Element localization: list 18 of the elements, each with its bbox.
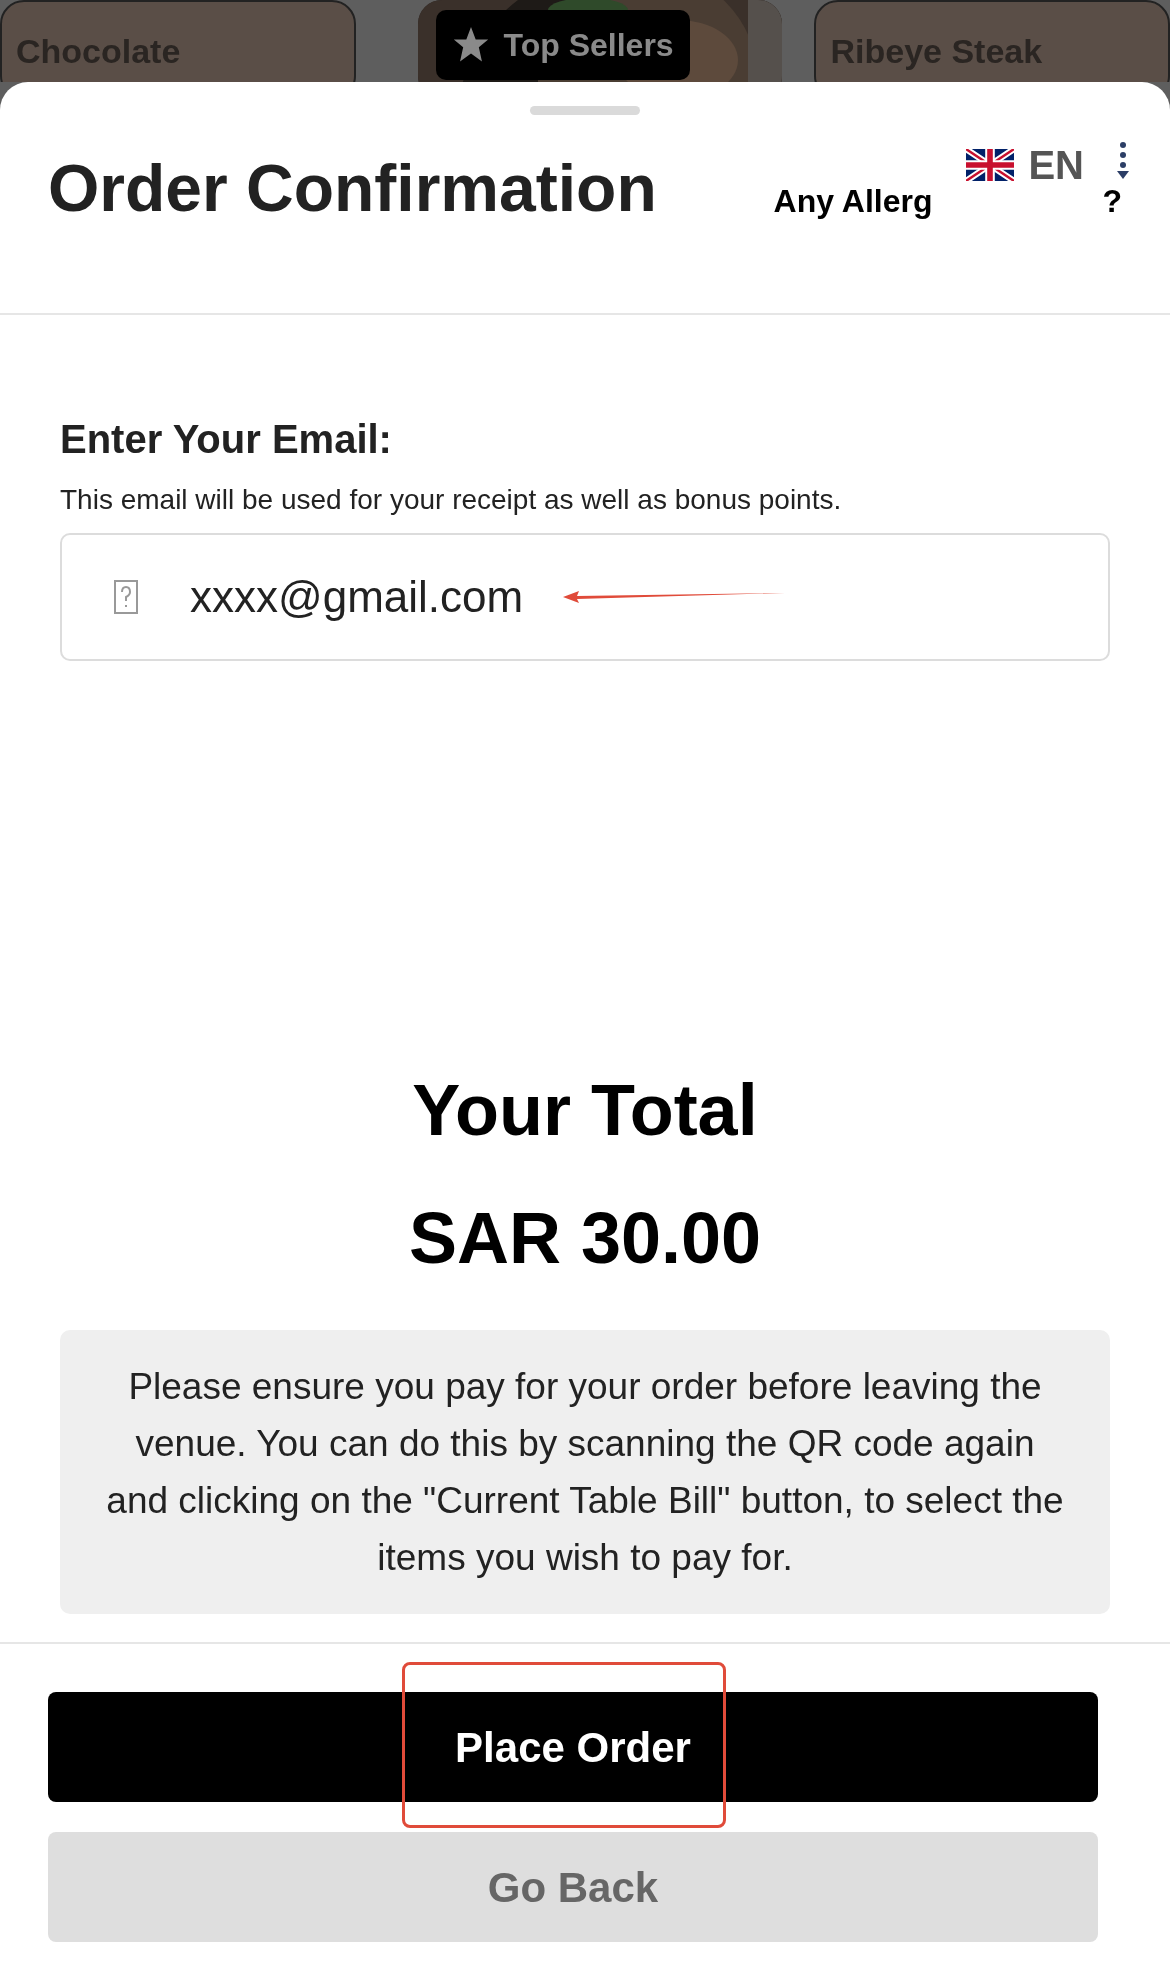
total-amount: SAR 30.00 xyxy=(408,1202,762,1274)
sheet-title: Order Confirmation xyxy=(48,155,657,221)
email-heading: Enter Your Email: xyxy=(60,416,393,463)
more-options-icon[interactable] xyxy=(1116,141,1130,181)
email-value: xxxx@gmail.com xyxy=(190,571,524,623)
top-sellers-badge: Top Sellers xyxy=(435,10,690,80)
email-field[interactable]: xxxx@gmail.com xyxy=(60,533,1110,661)
drag-handle[interactable] xyxy=(530,106,640,115)
menu-card[interactable]: Top Sellers xyxy=(417,0,783,82)
allergy-prompt: ? xyxy=(1102,182,1122,221)
go-back-button[interactable]: Go Back xyxy=(48,1832,1098,1942)
payment-notice: Please ensure you pay for your order before leaving the venue. You can do this by scanning the QR code again and clicking on the "Current Table Bill" button, to select the items you wish to pay for. xyxy=(60,1330,1110,1614)
total-label: Your Total xyxy=(412,1074,758,1146)
place-order-button[interactable]: Place Order xyxy=(48,1692,1098,1802)
broken-image-icon xyxy=(114,580,138,614)
allergy-prompt: Any Allerg xyxy=(773,182,933,221)
flag-icon xyxy=(966,149,1015,181)
email-hint: This email will be used for your receipt as well as bonus points. xyxy=(60,483,843,517)
